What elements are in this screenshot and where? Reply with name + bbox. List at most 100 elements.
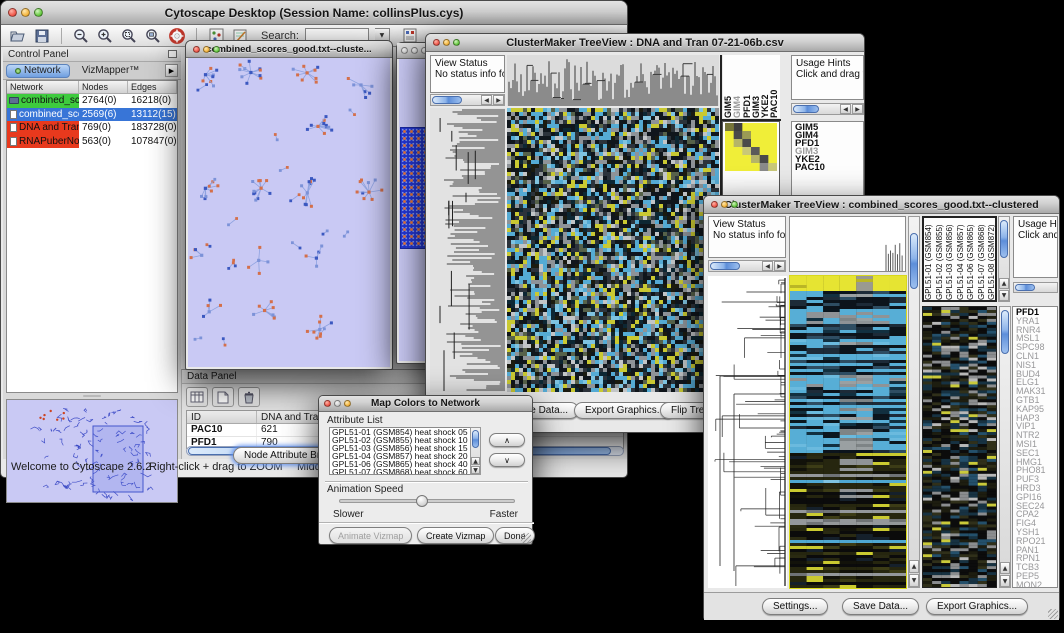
scroll-right-icon[interactable]: ▶ bbox=[774, 261, 785, 271]
global-heatmap[interactable] bbox=[790, 276, 906, 588]
new-attribute-icon[interactable] bbox=[212, 387, 234, 407]
network-table-row[interactable]: combined_sco 2569(6) 13112(15) bbox=[7, 108, 177, 122]
labels-scrollbar[interactable]: ▲ ▼ bbox=[998, 216, 1010, 302]
minimize-icon[interactable] bbox=[721, 201, 728, 208]
view-status-title: View Status bbox=[713, 219, 785, 230]
zoom-vertical-scrollbar[interactable]: ▲ ▼ bbox=[999, 306, 1011, 588]
close-icon[interactable] bbox=[433, 39, 440, 46]
minimize-icon[interactable] bbox=[21, 8, 30, 17]
scroll-up-icon[interactable]: ▲ bbox=[909, 560, 919, 573]
save-session-icon[interactable] bbox=[33, 27, 51, 45]
scrollbar-thumb[interactable] bbox=[710, 262, 740, 270]
attribute-item[interactable]: GPL51-07 (GSM868) heat shock 60 min bbox=[332, 468, 480, 475]
scrollbar-thumb[interactable] bbox=[1015, 284, 1035, 291]
gene-list[interactable]: PFD1YRA1RNR4MSL1SPC98CLN1NIS1BUD4ELG1MAK… bbox=[1013, 307, 1057, 588]
zoom-in-icon[interactable] bbox=[96, 27, 114, 45]
row-dendrogram[interactable] bbox=[708, 276, 787, 588]
close-icon[interactable] bbox=[324, 400, 331, 407]
treeview-button[interactable]: Save Data... bbox=[842, 598, 919, 615]
help-icon[interactable] bbox=[168, 27, 186, 45]
attribute-list[interactable]: GPL51-01 (GSM854) heat shock 05 minGPL51… bbox=[329, 427, 481, 475]
network-table-row[interactable]: DNA and Tran 07 769(0) 183728(0) bbox=[7, 121, 177, 135]
dialog-button[interactable]: Create Vizmap bbox=[417, 527, 494, 544]
global-heatmap[interactable] bbox=[507, 108, 719, 392]
hints-scrollbar[interactable]: ◀ ▶ bbox=[791, 103, 864, 115]
zoom-out-icon[interactable] bbox=[72, 27, 90, 45]
zoom-window-icon[interactable] bbox=[213, 46, 220, 53]
zoom-heatmap[interactable] bbox=[725, 123, 777, 171]
delete-attribute-icon[interactable] bbox=[238, 387, 260, 407]
scrollbar-thumb[interactable] bbox=[472, 430, 479, 448]
network-list-header[interactable]: Network Nodes Edges bbox=[7, 81, 177, 94]
network-canvas[interactable] bbox=[188, 58, 390, 367]
scroll-right-icon[interactable]: ▶ bbox=[852, 104, 863, 114]
scroll-left-icon[interactable]: ◀ bbox=[762, 261, 773, 271]
global-vertical-scrollbar[interactable]: ▲ ▼ bbox=[908, 216, 920, 588]
zoom-window-icon[interactable] bbox=[453, 39, 460, 46]
zoom-fit-icon[interactable] bbox=[144, 27, 162, 45]
minimize-icon[interactable] bbox=[203, 46, 210, 53]
treeview-dna-titlebar[interactable]: ClusterMaker TreeView : DNA and Tran 07-… bbox=[426, 34, 864, 52]
network-edges-count: 13112(15) bbox=[128, 109, 177, 120]
scroll-right-icon[interactable]: ▶ bbox=[493, 95, 504, 105]
resize-grip[interactable] bbox=[521, 533, 531, 543]
move-down-button[interactable]: ∨ bbox=[489, 453, 525, 467]
scroll-left-icon[interactable]: ◀ bbox=[481, 95, 492, 105]
scrollbar-thumb[interactable] bbox=[793, 105, 819, 113]
status-scrollbar[interactable]: ◀ ▶ bbox=[430, 94, 505, 106]
main-titlebar[interactable]: Cytoscape Desktop (Session Name: collins… bbox=[1, 1, 627, 25]
gene-label[interactable]: PAC10 bbox=[795, 164, 863, 172]
status-scrollbar[interactable]: ◀ ▶ bbox=[708, 260, 786, 272]
column-dendrogram-panel[interactable] bbox=[789, 216, 906, 272]
gene-label[interactable]: MON2 bbox=[1016, 581, 1057, 588]
close-icon[interactable] bbox=[193, 46, 200, 53]
gene-list[interactable]: GIM5GIM4PFD1GIM3YKE2PAC10 bbox=[792, 122, 863, 172]
close-icon[interactable] bbox=[711, 201, 718, 208]
minimize-icon[interactable] bbox=[411, 47, 418, 54]
row-dendrogram[interactable] bbox=[430, 108, 505, 392]
scroll-down-icon[interactable]: ▼ bbox=[471, 466, 480, 474]
column-dendrogram[interactable] bbox=[507, 55, 719, 106]
zoom-selected-icon[interactable] bbox=[120, 27, 138, 45]
attribute-list-scrollbar[interactable]: ▲ ▼ bbox=[470, 427, 481, 475]
treeview-combined-titlebar[interactable]: ClusterMaker TreeView : combined_scores_… bbox=[704, 196, 1059, 214]
move-up-button[interactable]: ∧ bbox=[489, 433, 525, 447]
scrollbar-thumb[interactable] bbox=[1000, 220, 1008, 258]
tab-network[interactable]: Network bbox=[6, 64, 70, 78]
treeview-button[interactable]: Settings... bbox=[762, 598, 828, 615]
scrollbar-thumb[interactable] bbox=[1001, 310, 1009, 354]
zoom-window-icon[interactable] bbox=[34, 8, 43, 17]
scroll-down-icon[interactable]: ▼ bbox=[909, 574, 919, 587]
panel-splitter[interactable] bbox=[6, 394, 178, 398]
scrollbar-thumb[interactable] bbox=[910, 233, 918, 289]
scroll-up-icon[interactable]: ▲ bbox=[1000, 562, 1010, 574]
select-attributes-icon[interactable] bbox=[186, 387, 208, 407]
scroll-up-icon[interactable]: ▲ bbox=[471, 457, 480, 465]
network-table-row[interactable]: combined_scores 2764(0) 16218(0) bbox=[7, 94, 177, 108]
scrollbar-thumb[interactable] bbox=[432, 96, 462, 104]
close-icon[interactable] bbox=[401, 47, 408, 54]
zoom-window-icon[interactable] bbox=[344, 400, 351, 407]
resize-grip[interactable] bbox=[1048, 609, 1058, 619]
hints-scrollbar[interactable] bbox=[1013, 282, 1058, 293]
minimize-icon[interactable] bbox=[443, 39, 450, 46]
dialog-titlebar[interactable]: Map Colors to Network bbox=[319, 396, 532, 412]
zoom-window-icon[interactable] bbox=[731, 201, 738, 208]
float-panel-icon[interactable] bbox=[168, 50, 177, 58]
network-table-row[interactable]: RNAPuberNov2+l 563(0) 107847(0) bbox=[7, 135, 177, 149]
dialog-button[interactable]: Animate Vizmap bbox=[329, 527, 412, 544]
treeview-button[interactable]: Export Graphics... bbox=[926, 598, 1028, 615]
network-overview-thumbnail[interactable] bbox=[6, 399, 178, 503]
zoom-heatmap[interactable] bbox=[923, 307, 996, 587]
scroll-down-icon[interactable]: ▼ bbox=[999, 290, 1009, 301]
speed-slider-thumb[interactable] bbox=[416, 495, 428, 507]
network-view-titlebar[interactable]: combined_scores_good.txt--cluste... bbox=[186, 41, 392, 58]
scroll-down-icon[interactable]: ▼ bbox=[1000, 575, 1010, 587]
scroll-up-icon[interactable]: ▲ bbox=[999, 278, 1009, 289]
open-session-icon[interactable] bbox=[9, 27, 27, 45]
tab-vizmapper[interactable]: VizMapper™ bbox=[74, 64, 148, 78]
tab-overflow-button[interactable]: ▶ bbox=[165, 64, 178, 77]
close-icon[interactable] bbox=[8, 8, 17, 17]
scroll-left-icon[interactable]: ◀ bbox=[840, 104, 851, 114]
minimize-icon[interactable] bbox=[334, 400, 341, 407]
